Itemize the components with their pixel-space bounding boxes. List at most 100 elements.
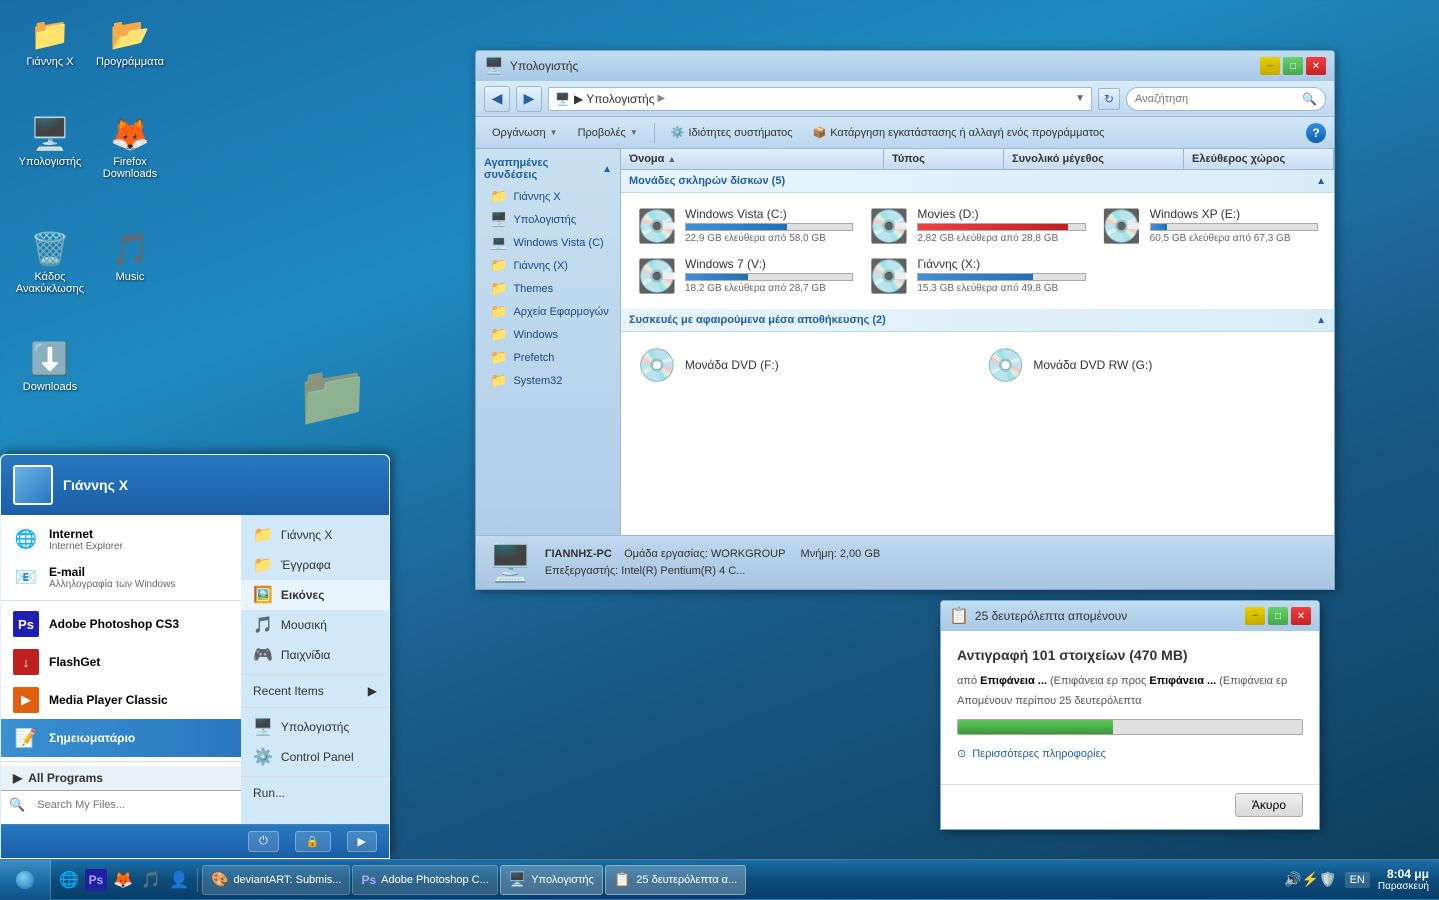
- desktop-icon-downloads[interactable]: ⬇️ Downloads: [10, 335, 90, 397]
- sm-right-eggrafa[interactable]: 📁 Έγγραφα: [241, 550, 389, 580]
- disk-item-x[interactable]: 💽 Γιάννης (Χ:) 15,3 GB ελεύθερα από 49,8…: [861, 251, 1093, 301]
- sidebar-item-giannhs[interactable]: 📁 Γιάννης Χ: [476, 185, 620, 208]
- sidebar-item-computer[interactable]: 🖥️ Υπολογιστής: [476, 208, 620, 231]
- sm-item-photoshop[interactable]: Ps Adobe Photoshop CS3: [1, 605, 241, 643]
- desktop-icon-giannhs[interactable]: 📁 Γιάννης Χ: [10, 10, 90, 72]
- all-programs-item[interactable]: ▶ All Programs: [1, 766, 241, 790]
- sm-item-mediaplayer[interactable]: ▶ Media Player Classic: [1, 681, 241, 719]
- sidebar-favorites-header[interactable]: Αγαπημένες συνδέσεις ▲: [476, 153, 620, 185]
- sm-right-giannhs[interactable]: 📁 Γιάννης Χ: [241, 520, 389, 550]
- lock-button[interactable]: 🔒: [295, 831, 331, 852]
- sidebar-item-themes[interactable]: 📁 Themes: [476, 277, 620, 300]
- copy-details-toggle[interactable]: ⊙ Περισσότερες πληροφορίες: [957, 747, 1303, 760]
- copy-minimize-button[interactable]: −: [1245, 607, 1265, 625]
- views-button[interactable]: Προβολές ▼: [570, 121, 646, 145]
- sm-right-mousiki[interactable]: 🎵 Μουσική: [241, 610, 389, 640]
- col-total[interactable]: Συνολικό μέγεθος: [1004, 149, 1184, 169]
- sidebar-item-giannhs-x[interactable]: 📁 Γιάννης (Χ): [476, 254, 620, 277]
- disk-name-c: Windows Vista (C:): [685, 207, 853, 221]
- sm-right-recent[interactable]: Recent Items ▶: [241, 679, 389, 703]
- back-button[interactable]: ◀: [484, 86, 510, 112]
- sm-right-computer[interactable]: 🖥️ Υπολογιστής: [241, 712, 389, 742]
- disk-item-c[interactable]: 💽 Windows Vista (C:) 22,9 GB ελεύθερα απ…: [629, 201, 861, 251]
- deviantart-label: deviantART: Submis...: [233, 874, 341, 886]
- search-input[interactable]: [29, 795, 233, 815]
- desktop-icon-programmata[interactable]: 📂 Προγράμματα: [90, 10, 170, 72]
- sm-right-control[interactable]: ⚙️ Control Panel: [241, 742, 389, 772]
- uninstall-button[interactable]: 📦 Κατάργηση εγκατάστασης ή αλλαγή ενός π…: [805, 121, 1113, 145]
- desktop-icon-ypologistis[interactable]: 🖥️ Υπολογιστής: [10, 110, 90, 172]
- taskbar-deviantart[interactable]: 🎨 deviantART: Submis...: [202, 865, 350, 895]
- firefox-icon: 🦊: [110, 114, 150, 154]
- removable-collapse-icon[interactable]: ▲: [1316, 315, 1326, 326]
- programmata-label: Προγράμματα: [96, 56, 164, 68]
- disk-item-v[interactable]: 💽 Windows 7 (V:) 18,2 GB ελεύθερα από 28…: [629, 251, 861, 301]
- taskbar-copy[interactable]: 📋 25 δευτερόλεπτα α...: [605, 865, 746, 895]
- minimize-button[interactable]: −: [1260, 57, 1280, 75]
- taskbar-photoshop[interactable]: Ps Adobe Photoshop C...: [352, 865, 497, 895]
- copy-maximize-button[interactable]: □: [1268, 607, 1288, 625]
- sidebar-giannhs-label: Γιάννης Χ: [513, 191, 560, 203]
- taskbar-explorer[interactable]: 🖥️ Υπολογιστής: [500, 865, 603, 895]
- sm-item-flashget[interactable]: ↓ FlashGet: [1, 643, 241, 681]
- ql-ie-button[interactable]: 🌐: [57, 868, 81, 892]
- cancel-button[interactable]: Άκυρο: [1235, 793, 1303, 817]
- copy-dialog-footer: Άκυρο: [941, 784, 1319, 829]
- close-button[interactable]: ✕: [1306, 57, 1326, 75]
- sm-right-eikones[interactable]: 🖼️ Εικόνες: [241, 580, 389, 610]
- address-bar[interactable]: 🖥️ ▶ Υπολογιστής ▶ ▼: [548, 87, 1092, 111]
- search-input-explorer[interactable]: [1135, 93, 1298, 105]
- forward-button[interactable]: ▶: [516, 86, 542, 112]
- taskbar-items: 🎨 deviantART: Submis... Ps Adobe Photosh…: [198, 860, 1274, 899]
- sidebar-item-prefetch[interactable]: 📁 Prefetch: [476, 346, 620, 369]
- search-submit-icon[interactable]: 🔍: [1302, 92, 1317, 106]
- sm-right-paixnidia[interactable]: 🎮 Παιχνίδια: [241, 640, 389, 670]
- search-box[interactable]: 🔍: [1126, 87, 1326, 111]
- sidebar-item-arxeia[interactable]: 📁 Αρχεία Εφαρμογών: [476, 300, 620, 323]
- copy-source-full: (Επιφάνεια ερ: [1050, 675, 1118, 687]
- dvd-item-f[interactable]: 💿 Μονάδα DVD (F:): [629, 340, 978, 390]
- col-type[interactable]: Τύπος: [884, 149, 1004, 169]
- sm-right-eikones-label: Εικόνες: [281, 588, 325, 602]
- ql-media-button[interactable]: 🎵: [139, 868, 163, 892]
- power-button[interactable]: ⏻: [248, 831, 279, 852]
- sm-right-run[interactable]: Run...: [241, 781, 389, 805]
- copy-close-button[interactable]: ✕: [1291, 607, 1311, 625]
- sm-item-internet[interactable]: 🌐 Internet Internet Explorer: [1, 520, 241, 558]
- disk-grid: 💽 Windows Vista (C:) 22,9 GB ελεύθερα απ…: [621, 193, 1334, 309]
- copy-dest-full: (Επιφάνεια ερ: [1219, 675, 1287, 687]
- desktop-icon-recycle[interactable]: 🗑️ Κάδος Ανακύκλωσης: [10, 225, 90, 299]
- refresh-button[interactable]: ↻: [1098, 88, 1120, 110]
- disk-item-d[interactable]: 💽 Movies (D:) 2,82 GB ελεύθερα από 28,8 …: [861, 201, 1093, 251]
- system-properties-button[interactable]: ⚙️ Ιδιότητες συστήματος: [663, 121, 801, 145]
- desktop-icon-firefox[interactable]: 🦊 Firefox Downloads: [90, 110, 170, 184]
- dvd-name-g: Μονάδα DVD RW (G:): [1033, 358, 1152, 372]
- ql-ps-button[interactable]: Ps: [85, 869, 107, 891]
- sidebar-themes-icon: 📁: [490, 280, 507, 297]
- sm-item-email[interactable]: 📧 E-mail Αλληλογραφία των Windows: [1, 558, 241, 596]
- col-name[interactable]: Όνομα ▲: [621, 149, 884, 169]
- favorites-label: Αγαπημένες συνδέσεις: [484, 157, 602, 181]
- maximize-button[interactable]: □: [1283, 57, 1303, 75]
- disk-size-x: 15,3 GB ελεύθερα από 49,8 GB: [917, 283, 1085, 294]
- organize-button[interactable]: Οργάνωση ▼: [484, 121, 566, 145]
- col-free[interactable]: Ελεύθερος χώρος: [1184, 149, 1334, 169]
- sidebar-item-windows[interactable]: 📁 Windows: [476, 323, 620, 346]
- start-button[interactable]: [0, 860, 51, 900]
- arrow-button[interactable]: ▶: [347, 831, 377, 852]
- sm-item-notepad[interactable]: 📝 Σημειωματάριο: [1, 719, 241, 757]
- help-button[interactable]: ?: [1306, 123, 1326, 143]
- dvd-item-g[interactable]: 💿 Μονάδα DVD RW (G:): [978, 340, 1327, 390]
- sidebar-item-system32[interactable]: 📁 System32: [476, 369, 620, 392]
- column-headers: Όνομα ▲ Τύπος Συνολικό μέγεθος Ελεύθερος…: [621, 149, 1334, 170]
- disk-item-e[interactable]: 💽 Windows XP (E:) 60,5 GB ελεύθερα από 6…: [1094, 201, 1326, 251]
- address-text: Υπολογιστής: [586, 92, 654, 106]
- address-dropdown-icon[interactable]: ▼: [1075, 93, 1085, 104]
- desktop-icon-music[interactable]: 🎵 Music: [90, 225, 170, 287]
- ql-show-desktop-button[interactable]: 👤: [167, 868, 191, 892]
- ql-browser-button[interactable]: 🦊: [111, 868, 135, 892]
- section-collapse-icon[interactable]: ▲: [1316, 176, 1326, 187]
- disk-bar-wrap-v: [685, 273, 853, 281]
- deviantart-icon: 🎨: [211, 871, 228, 888]
- sidebar-item-windows-vista[interactable]: 💻 Windows Vista (C): [476, 231, 620, 254]
